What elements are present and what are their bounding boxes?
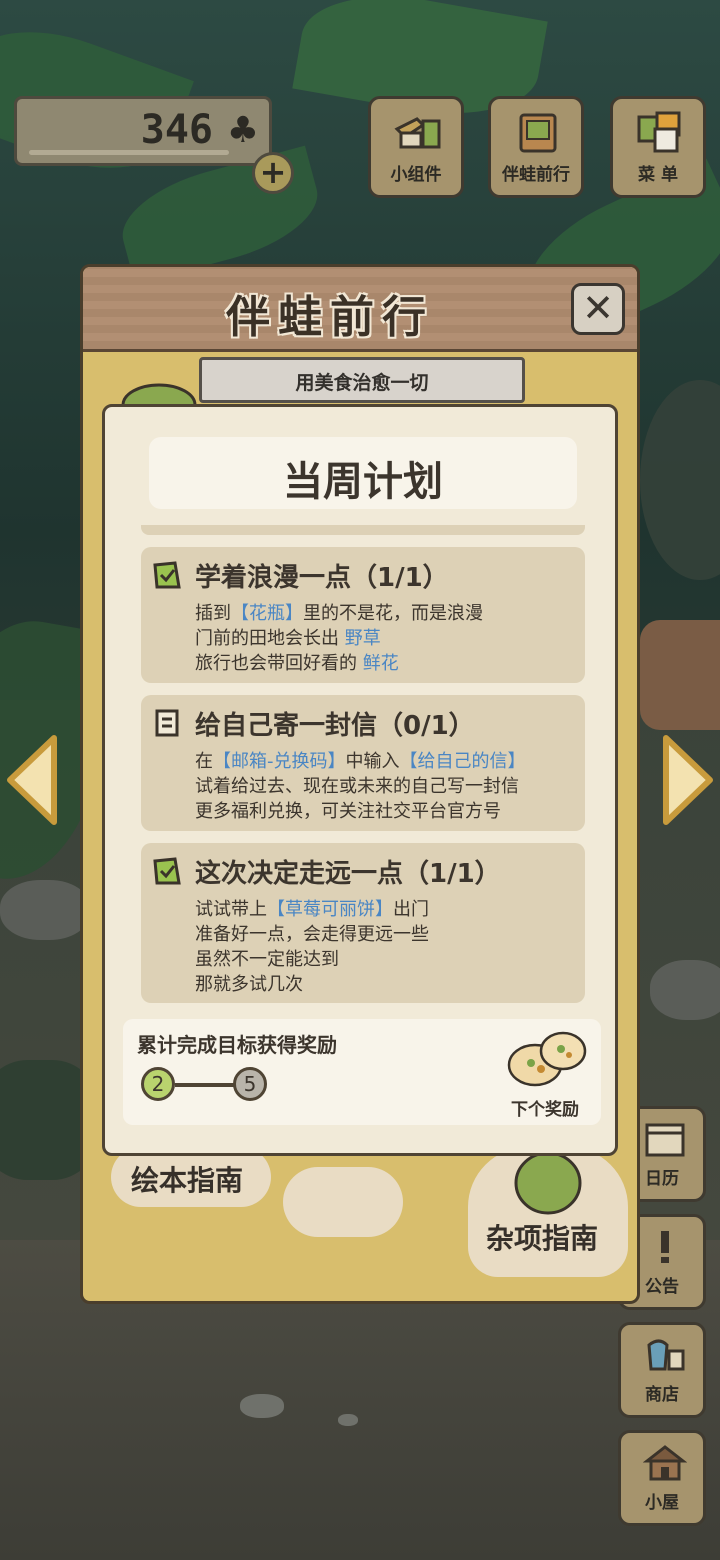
task-item: 给自己寄一封信（0/1） 在【邮箱-兑换码】中输入【给自己的信】 试着给过去、现… [141, 695, 585, 831]
progress-target: 5 [233, 1067, 267, 1101]
panel-title: 伴蛙前行 [226, 292, 434, 343]
shop-icon [647, 1339, 685, 1371]
task-line: 那就多试几次 [195, 974, 303, 995]
clover-count: 346 [140, 107, 213, 153]
add-clover-button[interactable]: + [252, 152, 294, 194]
widget-button[interactable]: 小组件 [368, 96, 464, 198]
menu-label: 菜 单 [638, 165, 678, 185]
next-reward-label: 下个奖励 [511, 1100, 579, 1120]
clover-counter: 346 ♣ [14, 96, 272, 166]
reward-title: 累计完成目标获得奖励 [137, 1033, 337, 1057]
plus-icon: + [259, 153, 287, 191]
journey-label: 伴蛙前行 [502, 165, 570, 185]
prev-arrow-icon[interactable] [2, 732, 60, 828]
progress-current: 2 [141, 1067, 175, 1101]
task-line: 更多福利兑换，可关注社交平台官方号 [195, 801, 501, 822]
panel-header: 伴蛙前行 ✕ [83, 267, 637, 352]
close-icon: ✕ [582, 286, 614, 330]
widget-label: 小组件 [390, 165, 442, 185]
notice-icon [661, 1231, 669, 1263]
clover-bar [29, 150, 229, 155]
task-title: 给自己寄一封信（0/1） [195, 711, 475, 741]
task-line: 旅行也会带回好看的 鲜花 [195, 653, 399, 674]
reward-progress: 累计完成目标获得奖励 2 5 下个奖励 [123, 1019, 601, 1125]
house-button[interactable]: 小屋 [618, 1430, 706, 1526]
theme-banner-text: 用美食治愈一切 [295, 372, 429, 394]
picture-book-guide[interactable]: 绘本指南 [111, 1147, 271, 1207]
calendar-icon [645, 1123, 685, 1157]
task-item: 这次决定走远一点（1/1） 试试带上【草莓可丽饼】出门 准备好一点，会走得更远一… [141, 843, 585, 1003]
journey-icon [519, 113, 557, 153]
check-icon [153, 561, 181, 589]
widget-icon [394, 117, 441, 149]
task-title: 学着浪漫一点（1/1） [195, 563, 449, 593]
close-button[interactable]: ✕ [571, 283, 625, 335]
weekly-plan-card: 当周计划 学着浪漫一点（1/1） 插到【花瓶】里的不是花，而是浪漫 门前的田地会… [102, 404, 618, 1156]
task-line: 虽然不一定能达到 [195, 949, 339, 970]
book-icon [283, 1167, 403, 1237]
dumpling-icon[interactable] [505, 1025, 591, 1091]
task-item: 学着浪漫一点（1/1） 插到【花瓶】里的不是花，而是浪漫 门前的田地会长出 野草… [141, 547, 585, 683]
house-label: 小屋 [645, 1493, 679, 1513]
task-line: 在【邮箱-兑换码】中输入【给自己的信】 [195, 751, 526, 772]
next-arrow-icon[interactable] [660, 732, 718, 828]
task-line: 门前的田地会长出 野草 [195, 628, 381, 649]
divider [141, 525, 585, 535]
task-line: 准备好一点，会走得更远一些 [195, 924, 429, 945]
check-icon [153, 857, 181, 885]
progress-line [175, 1083, 237, 1087]
picture-book-guide-label: 绘本指南 [131, 1164, 244, 1197]
weekly-plan-title: 当周计划 [283, 459, 443, 505]
misc-guide-label: 杂项指南 [486, 1222, 599, 1255]
weekly-plan-title-box: 当周计划 [149, 437, 577, 509]
letter-icon [155, 709, 179, 737]
house-icon [643, 1445, 687, 1481]
task-title: 这次决定走远一点（1/1） [195, 859, 501, 889]
task-line: 插到【花瓶】里的不是花，而是浪漫 [195, 603, 483, 624]
shop-label: 商店 [645, 1385, 679, 1405]
clover-icon: ♣ [226, 110, 259, 151]
journey-button[interactable]: 伴蛙前行 [488, 96, 584, 198]
theme-banner: 用美食治愈一切 [199, 357, 525, 403]
menu-button[interactable]: 菜 单 [610, 96, 706, 198]
shop-button[interactable]: 商店 [618, 1322, 706, 1418]
misc-guide[interactable]: 杂项指南 [468, 1147, 628, 1277]
task-line: 试试带上【草莓可丽饼】出门 [195, 899, 429, 920]
menu-icon [637, 111, 681, 153]
task-line: 试着给过去、现在或未来的自己写一封信 [195, 776, 519, 797]
